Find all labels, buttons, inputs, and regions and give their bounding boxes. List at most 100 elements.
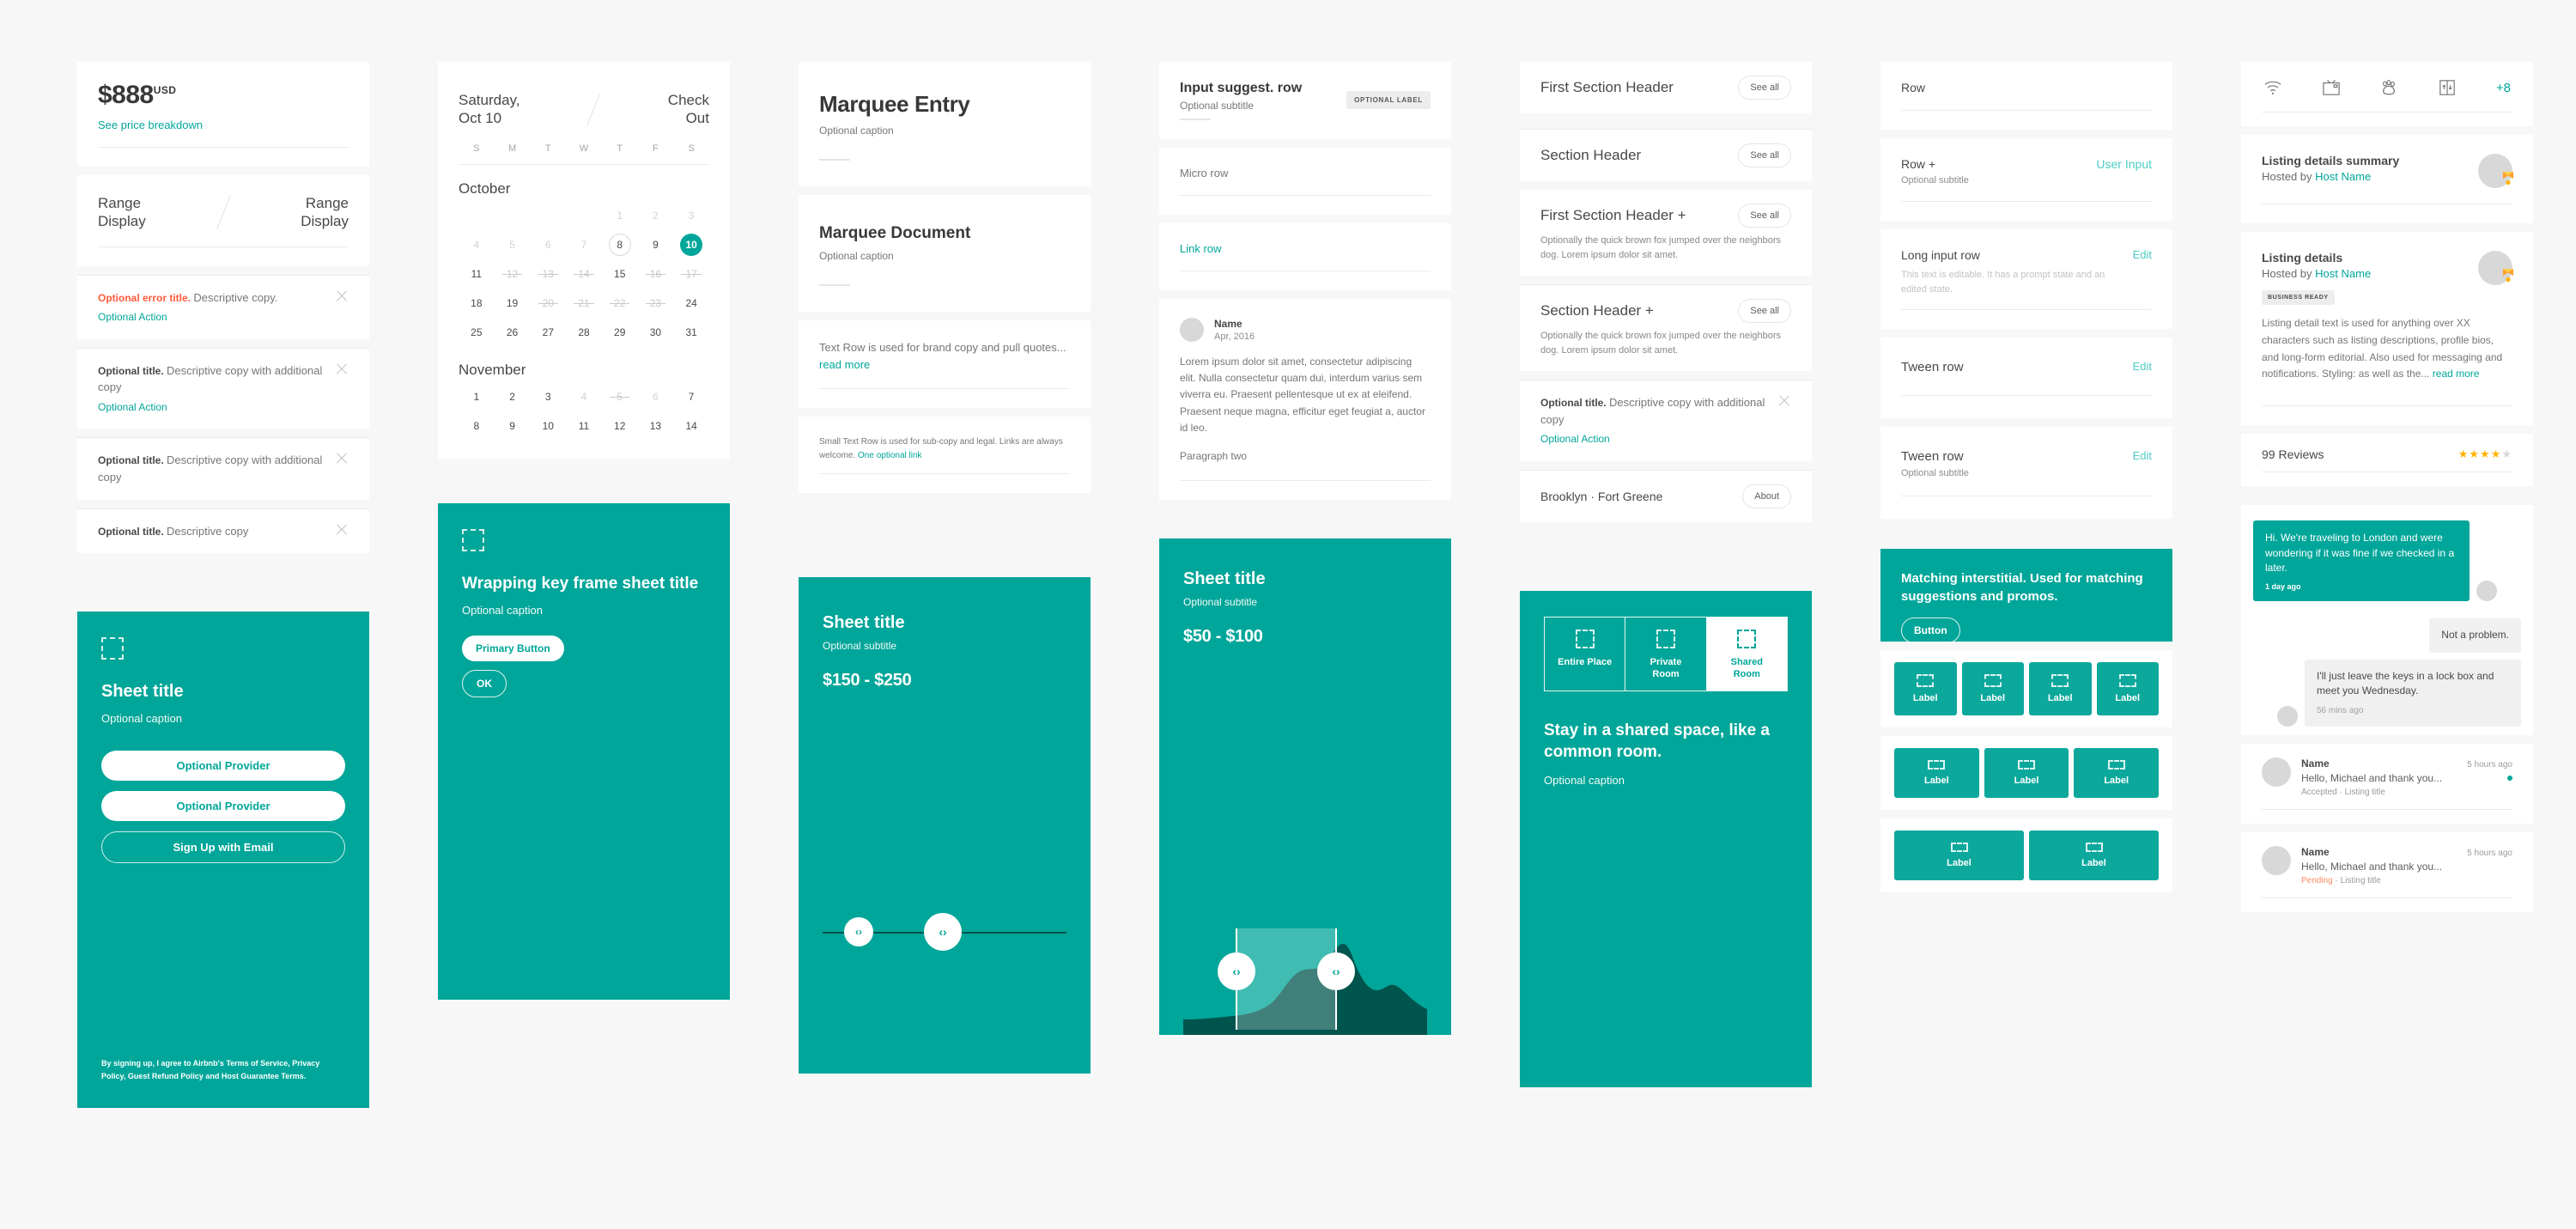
section-header-plus-card: Section Header + See all Optionally the …	[1520, 284, 1812, 371]
calendar-day[interactable]: 31	[673, 319, 709, 346]
amenities-card: +8	[2241, 62, 2533, 126]
room-option-shared-room[interactable]: Shared Room	[1706, 617, 1787, 691]
calendar-day[interactable]: 19	[495, 290, 531, 317]
see-all-button[interactable]: See all	[1738, 204, 1791, 228]
tween-row-card-2[interactable]: Tween row Optional subtitle Edit	[1880, 427, 2172, 520]
tween-row-card-1[interactable]: Tween row Edit	[1880, 338, 2172, 419]
calendar-day[interactable]: 10	[673, 232, 709, 259]
edit-action[interactable]: Edit	[2133, 248, 2152, 261]
tile-label: Label	[1923, 776, 1949, 787]
calendar-day[interactable]: 13	[638, 413, 674, 440]
calendar-day[interactable]: 27	[530, 319, 566, 346]
price-histogram[interactable]: ‹› ‹›	[1183, 923, 1427, 1036]
calendar-day[interactable]: 8	[602, 232, 638, 259]
calendar-day[interactable]: 9	[495, 413, 531, 440]
calendar-day[interactable]: 3	[530, 384, 566, 411]
marquee-document-caption: Optional caption	[819, 250, 894, 262]
section-description: Optionally the quick brown fox jumped ov…	[1540, 235, 1782, 260]
micro-row-card[interactable]: Micro row	[1159, 148, 1451, 215]
calendar-day[interactable]: 15	[602, 261, 638, 288]
host-name-link[interactable]: Host Name	[2315, 267, 2371, 280]
about-button[interactable]: About	[1742, 484, 1791, 508]
see-all-button[interactable]: See all	[1738, 143, 1791, 167]
price-slider[interactable]: ‹› ‹›	[823, 902, 1066, 962]
edit-action[interactable]: Edit	[2133, 360, 2152, 373]
optional-link[interactable]: One optional link	[858, 451, 922, 460]
link-row-label[interactable]: Link row	[1180, 242, 1431, 255]
calendar-day[interactable]: 7	[673, 384, 709, 411]
checkin-date[interactable]: Saturday, Oct 10	[459, 91, 520, 128]
calendar-day[interactable]: 2	[495, 384, 531, 411]
see-all-button[interactable]: See all	[1738, 76, 1791, 100]
calendar-day[interactable]: 11	[566, 413, 602, 440]
placeholder-square-icon	[2118, 674, 2136, 688]
slider-handle-right[interactable]: ‹›	[924, 913, 962, 951]
edit-action[interactable]: Edit	[2133, 449, 2152, 462]
close-icon[interactable]	[335, 523, 349, 537]
host-name-link[interactable]: Host Name	[2315, 170, 2371, 183]
alert-action[interactable]: Optional Action	[98, 399, 326, 416]
interstitial-button[interactable]: Button	[1901, 618, 1960, 644]
room-option-entire-place[interactable]: Entire Place	[1545, 617, 1626, 691]
price-breakdown-link[interactable]: See price breakdown	[98, 119, 203, 131]
optional-provider-2-button[interactable]: Optional Provider	[101, 791, 345, 822]
calendar-day[interactable]: 24	[673, 290, 709, 317]
label-tile[interactable]: Label	[1894, 662, 1957, 716]
calendar-day[interactable]: 28	[566, 319, 602, 346]
long-input-row-card[interactable]: Long input row This text is editable. It…	[1880, 229, 2172, 330]
close-icon[interactable]	[335, 362, 349, 376]
optional-provider-1-button[interactable]: Optional Provider	[101, 751, 345, 782]
more-amenities-count[interactable]: +8	[2496, 81, 2511, 95]
reviews-rating-card[interactable]: 99 Reviews ★★★★★	[2241, 434, 2533, 487]
histogram-handle-right[interactable]: ‹›	[1317, 952, 1355, 991]
read-more-link[interactable]: read more	[2433, 368, 2480, 380]
calendar-day-blank	[459, 203, 495, 229]
user-input-action[interactable]: User Input	[2096, 157, 2152, 171]
primary-button[interactable]: Primary Button	[462, 636, 564, 662]
label-tile[interactable]: Label	[1984, 748, 2069, 799]
accent-underline	[819, 284, 850, 286]
calendar-day[interactable]: 26	[495, 319, 531, 346]
row-plus-card[interactable]: Row + Optional subtitle User Input	[1880, 138, 2172, 221]
ok-button[interactable]: OK	[462, 670, 507, 698]
alert-action[interactable]: Optional Action	[1540, 431, 1769, 447]
alert-action[interactable]: Optional Action	[98, 309, 326, 326]
calendar-day[interactable]: 29	[602, 319, 638, 346]
close-icon[interactable]	[335, 452, 349, 465]
calendar-day: 16	[638, 261, 674, 288]
close-icon[interactable]	[1777, 394, 1791, 408]
label-tile[interactable]: Label	[2029, 662, 2092, 716]
thread-row-accepted[interactable]: Name 5 hours ago Hello, Michael and than…	[2241, 744, 2533, 824]
label-tile[interactable]: Label	[1894, 830, 2024, 881]
label-tile[interactable]: Label	[2029, 830, 2159, 881]
calendar-day[interactable]: 25	[459, 319, 495, 346]
calendar-day[interactable]: 10	[530, 413, 566, 440]
label-tile[interactable]: Label	[1894, 748, 1979, 799]
calendar-day[interactable]: 9	[638, 232, 674, 259]
thread-row-pending[interactable]: Name 5 hours ago Hello, Michael and than…	[2241, 832, 2533, 913]
calendar-day[interactable]: 11	[459, 261, 495, 288]
calendar-day[interactable]: 18	[459, 290, 495, 317]
calendar-day[interactable]: 14	[673, 413, 709, 440]
read-more-link[interactable]: read more	[819, 358, 870, 371]
calendar-day[interactable]: 30	[638, 319, 674, 346]
placeholder-square-icon	[462, 528, 484, 551]
close-icon[interactable]	[335, 289, 349, 303]
chat-bubble-row-incoming-1: Not a problem.	[2253, 618, 2521, 653]
room-type-selector[interactable]: Entire Place Private Room Shared Room	[1544, 616, 1788, 692]
histogram-handle-left[interactable]: ‹›	[1218, 952, 1255, 991]
slider-handle-left[interactable]: ‹›	[844, 917, 873, 946]
calendar-day[interactable]: 1	[459, 384, 495, 411]
calendar-day[interactable]: 8	[459, 413, 495, 440]
label-tile[interactable]: Label	[1961, 662, 2024, 716]
signup-email-button[interactable]: Sign Up with Email	[101, 831, 345, 864]
see-all-button[interactable]: See all	[1738, 299, 1791, 323]
label-tile[interactable]: Label	[2096, 662, 2159, 716]
link-row-card[interactable]: Link row	[1159, 223, 1451, 290]
row-card[interactable]: Row	[1880, 62, 2172, 130]
room-option-private-room[interactable]: Private Room	[1625, 617, 1707, 691]
star-icon: ★	[2469, 447, 2481, 461]
checkout-date[interactable]: Check Out	[668, 91, 709, 128]
calendar-day[interactable]: 12	[602, 413, 638, 440]
label-tile[interactable]: Label	[2074, 748, 2160, 799]
